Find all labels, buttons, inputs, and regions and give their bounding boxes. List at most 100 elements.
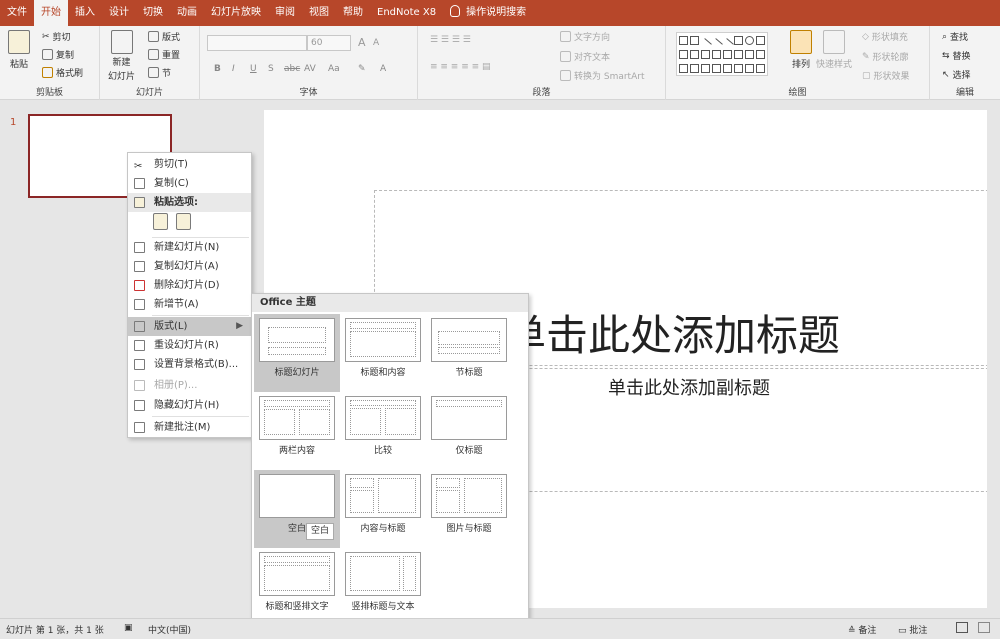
italic-button[interactable]: I [232,64,235,74]
paste-keep-format-icon[interactable] [153,213,168,230]
star-shape-icon[interactable] [745,50,754,59]
arrow-shape-icon[interactable] [756,36,765,45]
spell-check-icon[interactable]: ▣ [124,623,133,633]
menu-new-comment[interactable]: 新建批注(M) [128,418,251,437]
menu-new-slide[interactable]: 新建幻灯片(N) [128,238,251,257]
tab-transitions[interactable]: 切换 [136,0,170,26]
tab-slideshow[interactable]: 幻灯片放映 [204,0,268,26]
oval-shape-icon[interactable] [745,36,754,45]
shadow-button[interactable]: S [268,64,274,74]
connector-shape-icon[interactable] [701,50,710,59]
tab-review[interactable]: 审阅 [268,0,302,26]
normal-view-icon[interactable] [956,622,968,633]
vertical-scrollbar[interactable] [987,100,1000,618]
menu-hide-slide[interactable]: 隐藏幻灯片(H) [128,396,251,415]
arrow-shape-icon[interactable] [756,50,765,59]
font-name-combo[interactable] [207,35,307,51]
layout-two-content[interactable]: 两栏内容 [254,392,340,470]
layout-title-vertical-text[interactable]: 标题和竖排文字 [254,548,340,626]
notes-button[interactable]: ≙ 备注 [848,623,876,636]
curve-shape-icon[interactable] [701,64,710,73]
font-size-combo[interactable]: 60 [307,35,351,51]
menu-copy[interactable]: 复制(C) [128,174,251,193]
star-shape-icon[interactable] [745,64,754,73]
menu-format-background[interactable]: 设置背景格式(B)... [128,355,251,374]
text-direction-button[interactable]: 文字方向 [560,30,610,43]
change-case-button[interactable]: Aa [328,64,340,74]
grow-font-button[interactable]: A [358,36,366,49]
section-button[interactable]: 节 [148,66,171,79]
shrink-font-button[interactable]: A [373,38,379,48]
tab-endnote[interactable]: EndNote X8 [370,0,443,26]
shape-outline-button[interactable]: ✎ 形状轮廓 [862,50,909,64]
more-shapes-icon[interactable] [756,64,765,73]
language-status[interactable]: 中文(中国) [148,623,191,636]
layout-title-content[interactable]: 标题和内容 [340,314,426,392]
brace-shape-icon[interactable] [723,64,732,73]
cut-button[interactable]: ✂ 剪切 [42,30,71,44]
char-spacing-button[interactable]: AV [304,64,316,74]
triangle-shape-icon[interactable] [679,50,688,59]
line-shape-icon[interactable] [721,38,734,51]
layout-title-slide[interactable]: 标题幻灯片 [254,314,340,392]
tab-insert[interactable]: 插入 [68,0,102,26]
menu-reset-slide[interactable]: 重设幻灯片(R) [128,336,251,355]
shape-fill-button[interactable]: ◇ 形状填充 [862,30,908,44]
slide-sorter-view-icon[interactable] [978,622,990,633]
select-button[interactable]: ↖ 选择 [942,68,971,82]
quick-styles-button[interactable]: 快速样式 [816,30,852,70]
paste-button[interactable]: 粘贴 [8,30,30,70]
reset-button[interactable]: 重置 [148,48,180,61]
menu-add-section[interactable]: 新增节(A) [128,295,251,314]
arrow-shape-icon[interactable] [723,50,732,59]
layout-comparison[interactable]: 比较 [340,392,426,470]
arrange-button[interactable]: 排列 [790,30,812,70]
bold-button[interactable]: B [214,64,221,74]
menu-layout[interactable]: 版式(L) ▶ [128,317,251,336]
align-buttons[interactable]: ≡ ≡ ≡ ≡ ≡ ▤ [430,62,491,72]
arrow-shape-icon[interactable] [734,50,743,59]
align-text-button[interactable]: 对齐文本 [560,50,610,63]
layout-vertical-title-text[interactable]: 竖排标题与文本 [340,548,426,626]
comments-button[interactable]: ▭ 批注 [898,623,927,636]
tab-home[interactable]: 开始 [34,0,68,26]
rectangle-shape-icon[interactable] [734,36,743,45]
highlight-button[interactable]: ✎ [358,64,366,74]
tab-animations[interactable]: 动画 [170,0,204,26]
find-button[interactable]: ⌕ 查找 [942,30,968,44]
tab-file[interactable]: 文件 [0,0,34,26]
tell-me-search[interactable]: 操作说明搜索 [443,0,533,26]
rectangle-shape-icon[interactable] [690,36,699,45]
paste-picture-icon[interactable] [176,213,191,230]
underline-button[interactable]: U [250,64,257,74]
strikethrough-button[interactable]: abc [284,64,300,74]
bullets-button[interactable]: ☰ ☰ ☰ ☰ [430,35,471,45]
layout-button[interactable]: 版式 [148,30,180,43]
layout-picture-caption[interactable]: 图片与标题 [426,470,512,548]
curve-shape-icon[interactable] [712,64,721,73]
arrow-shape-icon[interactable] [712,50,721,59]
font-color-button[interactable]: A [380,64,386,74]
menu-duplicate-slide[interactable]: 复制幻灯片(A) [128,257,251,276]
tab-design[interactable]: 设计 [102,0,136,26]
layout-title-only[interactable]: 仅标题 [426,392,512,470]
tab-view[interactable]: 视图 [302,0,336,26]
curve-shape-icon[interactable] [679,64,688,73]
copy-button[interactable]: 复制 [42,48,74,61]
shape-effects-button[interactable]: ▢ 形状效果 [862,69,910,83]
replace-button[interactable]: ⇆ 替换 [942,49,971,63]
menu-delete-slide[interactable]: 删除幻灯片(D) [128,276,251,295]
curve-shape-icon[interactable] [690,64,699,73]
brace-shape-icon[interactable] [734,64,743,73]
connector-shape-icon[interactable] [690,50,699,59]
shapes-gallery[interactable] [676,32,768,76]
rectangle-shape-icon[interactable] [679,36,688,45]
layout-content-caption[interactable]: 内容与标题 [340,470,426,548]
tab-help[interactable]: 帮助 [336,0,370,26]
layout-section-header[interactable]: 节标题 [426,314,512,392]
menu-cut[interactable]: ✂ 剪切(T) [128,155,251,174]
new-slide-button[interactable]: 新建 幻灯片 [108,30,135,82]
format-painter-button[interactable]: 格式刷 [42,66,83,79]
menu-photo-album[interactable]: 相册(P)... [128,376,251,395]
smartart-button[interactable]: 转换为 SmartArt [560,69,644,82]
